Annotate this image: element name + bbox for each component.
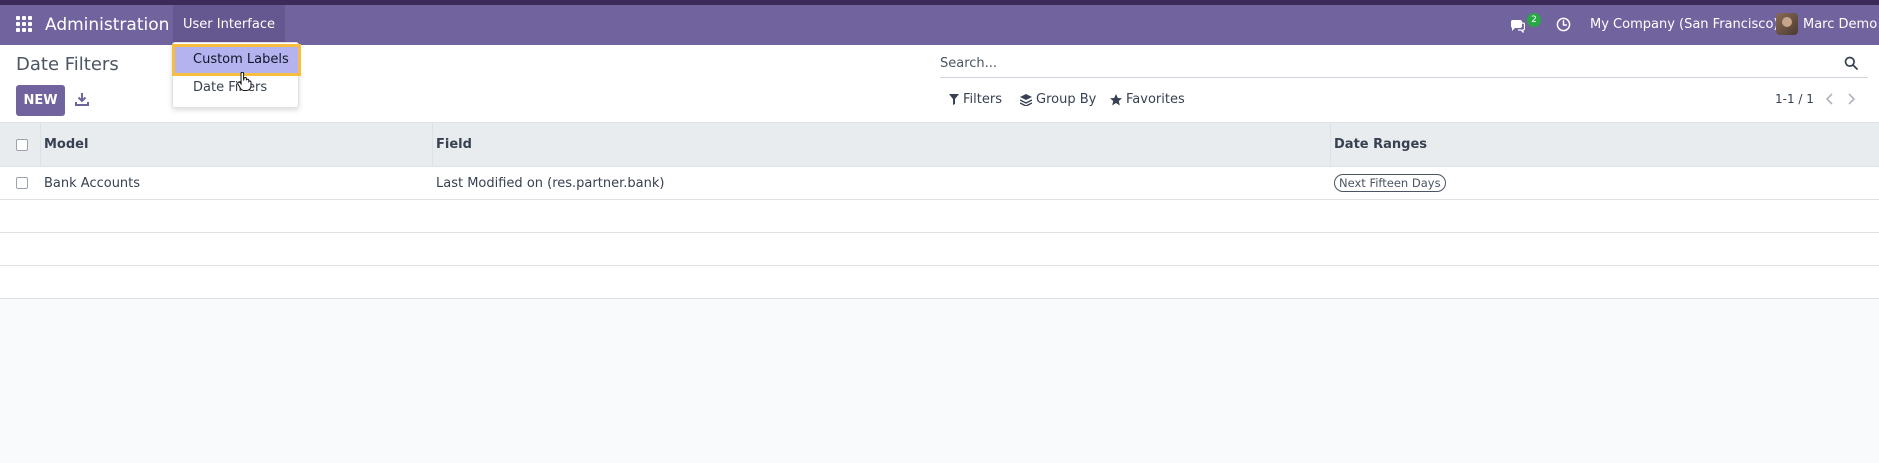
search-icon[interactable] (1844, 56, 1858, 70)
page-title: Date Filters (16, 54, 119, 75)
cell-model: Bank Accounts (44, 175, 141, 191)
company-switcher[interactable]: My Company (San Francisco) (1590, 17, 1778, 32)
filters-button[interactable]: Filters (949, 92, 1002, 107)
app-name[interactable]: Administration (45, 15, 169, 35)
group-by-label: Group By (1036, 92, 1097, 107)
cell-date-ranges: Next Fifteen Days (1330, 167, 1879, 199)
pager-value[interactable]: 1-1 / 1 (1775, 92, 1814, 106)
apps-grid-icon[interactable] (16, 16, 32, 32)
navbar: Administration User Interface 2 My Compa… (0, 5, 1879, 45)
favorites-label: Favorites (1126, 92, 1185, 107)
chevron-left-icon[interactable] (1824, 92, 1836, 106)
header-model[interactable]: Model (40, 123, 432, 166)
chat-icon[interactable] (1509, 17, 1525, 33)
search-input[interactable] (940, 52, 1820, 74)
filters-label: Filters (963, 92, 1002, 107)
header-field[interactable]: Field (432, 123, 1330, 166)
chevron-right-icon[interactable] (1845, 92, 1857, 106)
download-icon[interactable] (74, 91, 90, 107)
avatar[interactable] (1776, 13, 1798, 35)
empty-row (0, 233, 1879, 266)
empty-row (0, 200, 1879, 233)
user-menu[interactable]: Marc Demo (1803, 17, 1877, 32)
table-header: Model Field Date Ranges (0, 123, 1879, 167)
layers-icon (1020, 93, 1032, 106)
menu-item-custom-labels[interactable]: Custom Labels (172, 44, 301, 76)
clock-icon[interactable] (1556, 17, 1571, 32)
chat-badge: 2 (1527, 13, 1541, 27)
favorites-button[interactable]: Favorites (1110, 92, 1185, 107)
hand-cursor-icon (237, 72, 252, 91)
table-row[interactable]: Bank Accounts Last Modified on (res.part… (0, 167, 1879, 200)
empty-row (0, 266, 1879, 299)
list-table: Model Field Date Ranges Bank Accounts La… (0, 123, 1879, 299)
row-checkbox[interactable] (16, 177, 28, 189)
cell-field: Last Modified on (res.partner.bank) (436, 175, 665, 191)
star-icon (1110, 93, 1122, 105)
date-range-tag: Next Fifteen Days (1334, 174, 1446, 192)
header-date-ranges[interactable]: Date Ranges (1330, 123, 1879, 166)
group-by-button[interactable]: Group By (1020, 92, 1096, 107)
new-button[interactable]: NEW (16, 85, 65, 116)
search-bar (940, 50, 1868, 78)
select-all-checkbox[interactable] (16, 139, 28, 151)
menu-user-interface[interactable]: User Interface (173, 5, 285, 45)
filter-icon (949, 94, 959, 105)
